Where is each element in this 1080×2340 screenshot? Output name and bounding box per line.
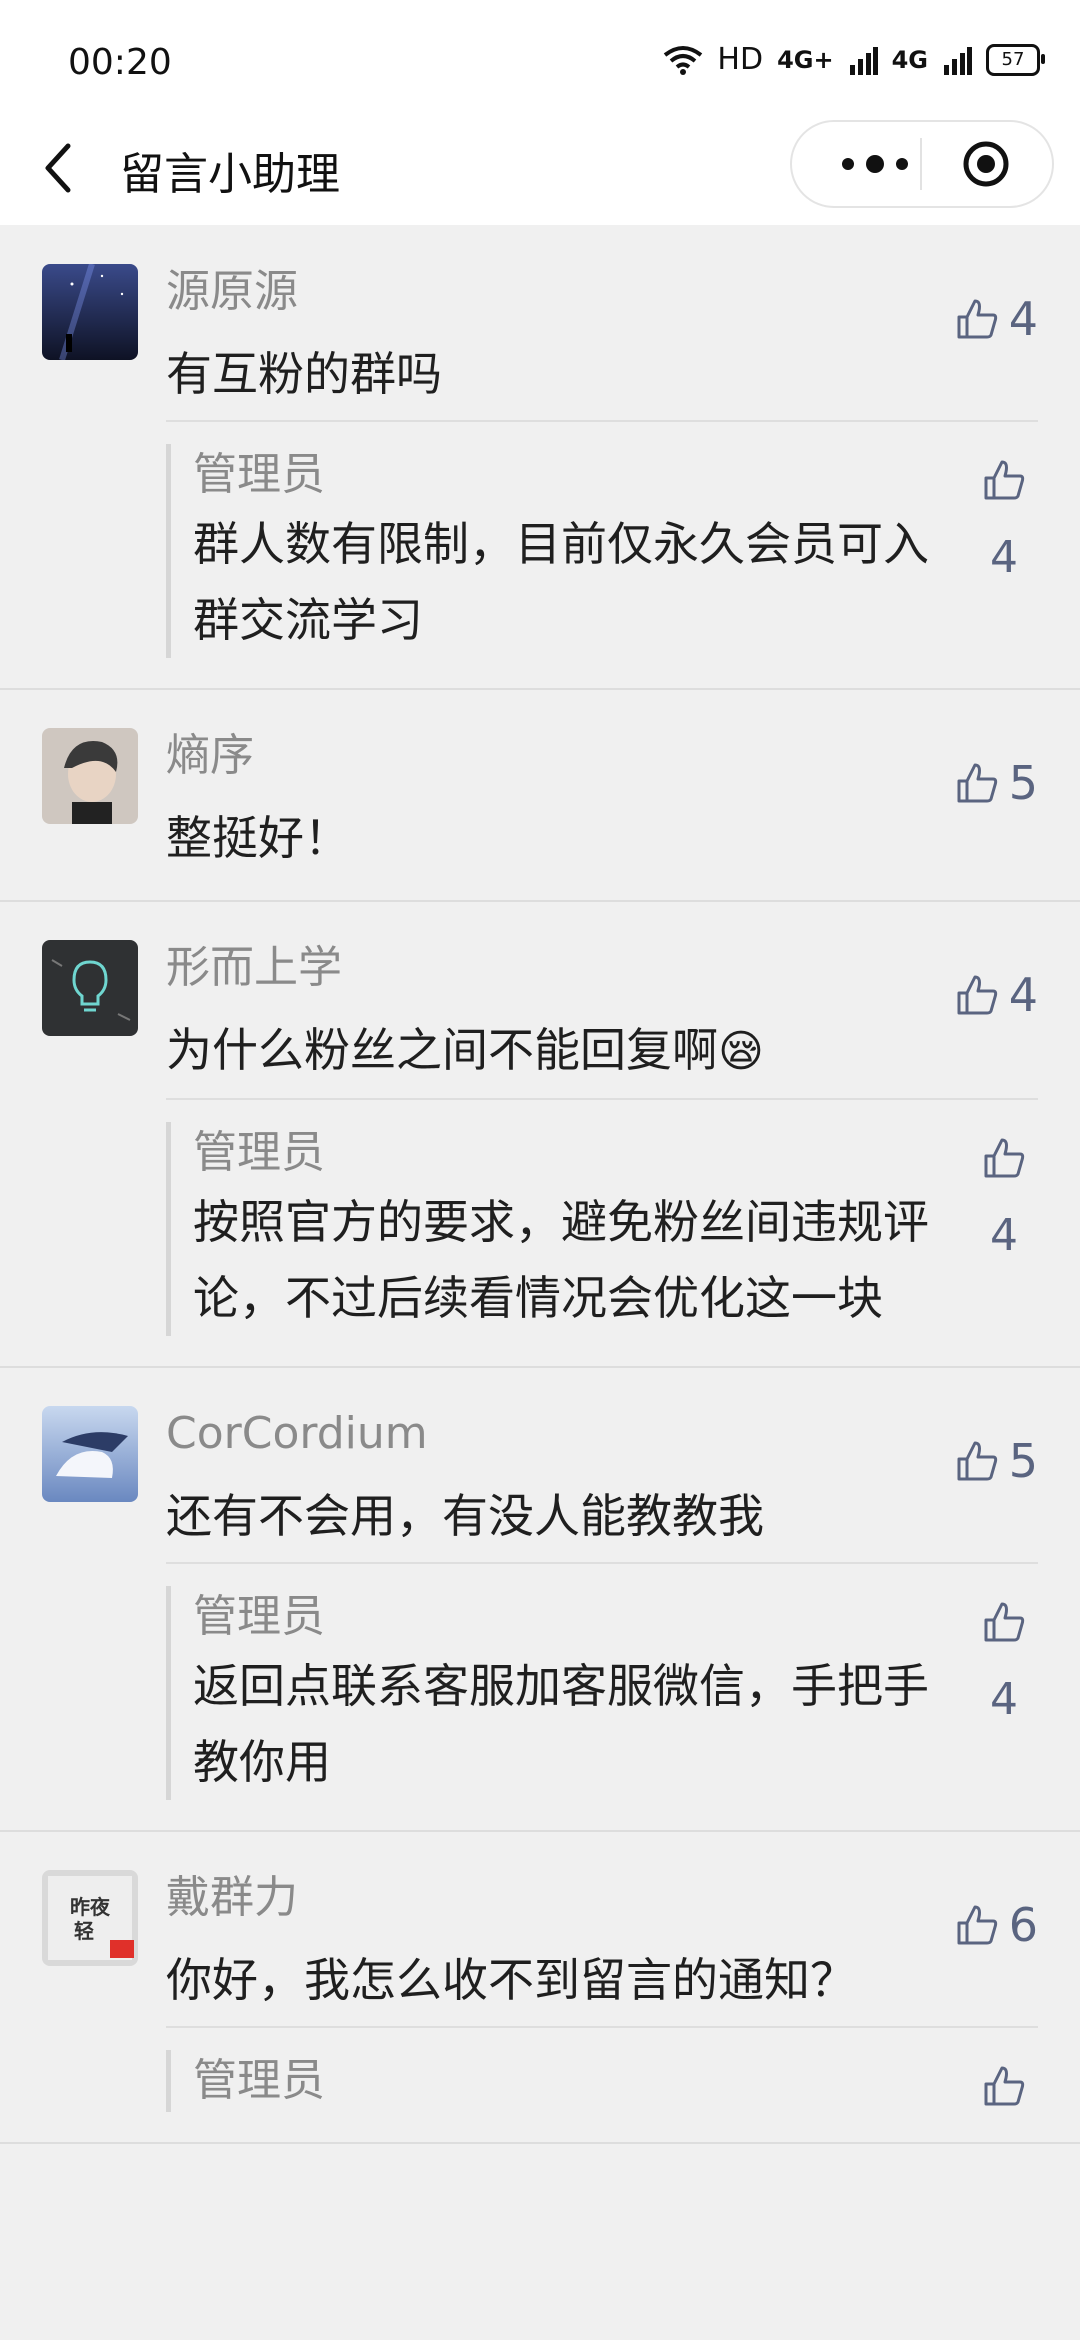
- reply-author: 管理员: [193, 1127, 325, 1178]
- nav-bar: 留言小助理: [0, 110, 1080, 225]
- thumbs-up-icon: [957, 763, 997, 803]
- like-button[interactable]: 5: [955, 1434, 1038, 1488]
- signal-bars-icon: [944, 46, 972, 75]
- avatar[interactable]: [42, 264, 138, 360]
- like-count: 5: [1008, 756, 1038, 810]
- like-button[interactable]: 4: [955, 968, 1038, 1022]
- reply-block: 管理员 按照官方的要求，避免粉丝间违规评论，不过后续看情况会优化这一块 4: [166, 1098, 1038, 1336]
- reply-author: 管理员: [193, 449, 325, 500]
- thumbs-up-icon: [957, 299, 997, 339]
- reply-like-count: 4: [990, 532, 1018, 583]
- commenter-name: 形而上学: [166, 942, 342, 993]
- thumbs-up-icon: [957, 1441, 997, 1481]
- avatar[interactable]: 昨夜 轻: [42, 1870, 138, 1966]
- comment-item: 昨夜 轻 6 戴群力 你好，我怎么收不到留言的通知？ 管理员: [0, 1832, 1080, 2144]
- signal-4g-plus: 4G+: [777, 45, 834, 74]
- reply-block: 管理员 群人数有限制，目前仅永久会员可入群交流学习 4: [166, 420, 1038, 658]
- like-count: 5: [1008, 1434, 1038, 1488]
- reply-like-button[interactable]: [982, 2064, 1026, 2108]
- comment-text: 整挺好！: [166, 811, 350, 865]
- more-dots-icon[interactable]: [830, 142, 920, 186]
- like-count: 6: [1008, 1898, 1038, 1952]
- network-label: HD: [717, 42, 764, 77]
- avatar[interactable]: [42, 1406, 138, 1502]
- thumbs-up-icon: [984, 1138, 1025, 1178]
- reply-text: 按照官方的要求，避免粉丝间违规评论，不过后续看情况会优化这一块: [193, 1195, 929, 1325]
- capsule-divider: [920, 138, 922, 190]
- comment-text-content: 为什么粉丝之间不能回复啊: [166, 1023, 718, 1077]
- comment-item: 4 形而上学 为什么粉丝之间不能回复啊😪 管理员 按照官方的要求，避免粉丝间违规…: [0, 902, 1080, 1368]
- status-time: 00:20: [68, 42, 172, 83]
- like-count: 4: [1008, 292, 1038, 346]
- signal-4g: 4G: [891, 45, 928, 74]
- thumbs-up-icon: [957, 975, 997, 1015]
- comment-text: 为什么粉丝之间不能回复啊😪: [166, 1018, 1038, 1084]
- like-button[interactable]: 4: [955, 292, 1038, 346]
- commenter-name: 熵序: [166, 730, 254, 781]
- like-button[interactable]: 5: [955, 756, 1038, 810]
- reply-like-button[interactable]: 4: [982, 1600, 1026, 1725]
- reply-author: 管理员: [193, 2055, 325, 2106]
- commenter-name: 戴群力: [166, 1872, 298, 1923]
- thumbs-up-icon: [957, 1905, 997, 1945]
- battery-icon: 57: [986, 43, 1045, 76]
- reply-like-button[interactable]: 4: [982, 1136, 1026, 1261]
- comment-item: 5 熵序 整挺好！: [0, 690, 1080, 902]
- comment-text: 你好，我怎么收不到留言的通知？: [166, 1953, 856, 2007]
- comment-text: 还有不会用，有没人能教教我: [166, 1489, 764, 1543]
- avatar-text-2: 轻: [74, 1919, 94, 1943]
- reply-like-count: 4: [990, 1210, 1018, 1261]
- avatar[interactable]: [42, 940, 138, 1036]
- reply-author: 管理员: [193, 1591, 325, 1642]
- miniapp-capsule: [790, 120, 1054, 208]
- reply-like-button[interactable]: 4: [982, 458, 1026, 583]
- wifi-icon: [664, 45, 703, 75]
- like-count: 4: [1008, 968, 1038, 1022]
- sleepy-face-emoji: 😪: [718, 1026, 764, 1077]
- avatar-text-1: 昨夜: [70, 1895, 111, 1919]
- comment-text: 有互粉的群吗: [166, 347, 442, 401]
- signal-bars-icon: [849, 46, 878, 75]
- reply-block: 管理员: [166, 2026, 1038, 2112]
- thumbs-up-icon: [984, 2066, 1025, 2106]
- thumbs-up-icon: [984, 460, 1025, 500]
- avatar[interactable]: [42, 728, 138, 824]
- status-icons: HD 4G+ 4G 57: [663, 42, 1045, 77]
- page-title: 留言小助理: [120, 149, 340, 200]
- thumbs-up-icon: [984, 1602, 1025, 1642]
- reply-block: 管理员 返回点联系客服加客服微信，手把手教你用 4: [166, 1562, 1038, 1800]
- target-circle-icon[interactable]: [962, 140, 1010, 188]
- reply-like-count: 4: [990, 1674, 1018, 1725]
- reply-text: 返回点联系客服加客服微信，手把手教你用: [193, 1659, 929, 1789]
- commenter-name: 源原源: [166, 266, 298, 317]
- like-button[interactable]: 6: [955, 1898, 1038, 1952]
- commenter-name: CorCordium: [166, 1408, 428, 1459]
- battery-level: 57: [1001, 49, 1025, 70]
- comment-list: 4 源原源 有互粉的群吗 管理员 群人数有限制，目前仅永久会员可入群交流学习 4: [0, 226, 1080, 2144]
- comment-item: 5 CorCordium 还有不会用，有没人能教教我 管理员 返回点联系客服加客…: [0, 1368, 1080, 1832]
- reply-text: 群人数有限制，目前仅永久会员可入群交流学习: [193, 517, 929, 647]
- back-arrow-icon[interactable]: [38, 138, 78, 198]
- comment-item: 4 源原源 有互粉的群吗 管理员 群人数有限制，目前仅永久会员可入群交流学习 4: [0, 226, 1080, 690]
